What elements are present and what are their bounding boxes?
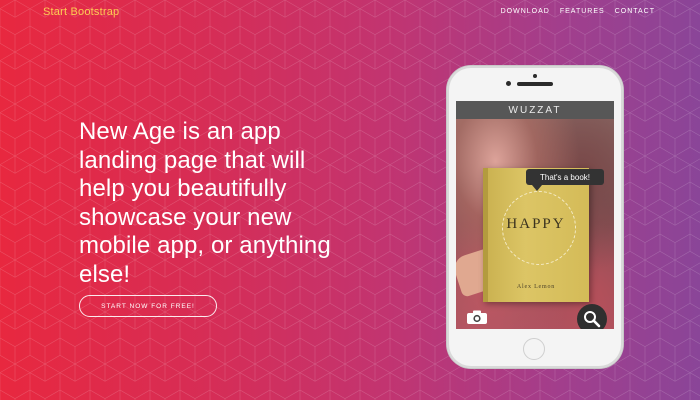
- hero-headline-line: mobile app, or anything: [79, 232, 331, 259]
- app-title: WUZZAT: [456, 101, 614, 119]
- hero-headline-line: else!: [79, 260, 131, 288]
- phone-speaker: [517, 82, 553, 86]
- phone-front-camera: [506, 81, 511, 86]
- phone-mockup: WUZZAT HAPPY Alex Lemon That's a book!: [447, 66, 623, 368]
- bubble-tail: [532, 185, 542, 191]
- search-button[interactable]: [577, 304, 607, 329]
- camera-button[interactable]: [464, 308, 490, 326]
- nav-link-contact[interactable]: CONTACT: [615, 8, 655, 15]
- book-title: HAPPY: [506, 216, 566, 232]
- start-now-button[interactable]: START NOW FOR FREE!: [79, 295, 217, 317]
- book-spine: [483, 168, 488, 302]
- brand-logo[interactable]: Start Bootstrap: [43, 6, 119, 18]
- hero-headline-line: landing page that will: [79, 146, 306, 174]
- recognition-bubble: That's a book!: [526, 169, 604, 185]
- nav-link-download[interactable]: DOWNLOAD: [501, 8, 550, 15]
- phone-home-button[interactable]: [523, 338, 545, 360]
- phone-sensor: [533, 74, 537, 78]
- hero-headline-line: help you beautifully: [79, 175, 287, 202]
- nav-links: DOWNLOAD FEATURES CONTACT: [501, 8, 655, 15]
- hero-headline-line: showcase your new: [79, 203, 292, 231]
- hero-headline: New Age is an app landing page that will…: [79, 118, 379, 289]
- search-icon: [584, 311, 601, 328]
- nav-link-features[interactable]: FEATURES: [560, 8, 605, 15]
- navbar: Start Bootstrap DOWNLOAD FEATURES CONTAC…: [0, 0, 700, 26]
- phone-screen: WUZZAT HAPPY Alex Lemon That's a book!: [456, 101, 614, 329]
- hero-headline-line: New Age is an app: [79, 118, 281, 145]
- book-author: Alex Lemon: [516, 284, 556, 290]
- camera-icon: [467, 310, 487, 324]
